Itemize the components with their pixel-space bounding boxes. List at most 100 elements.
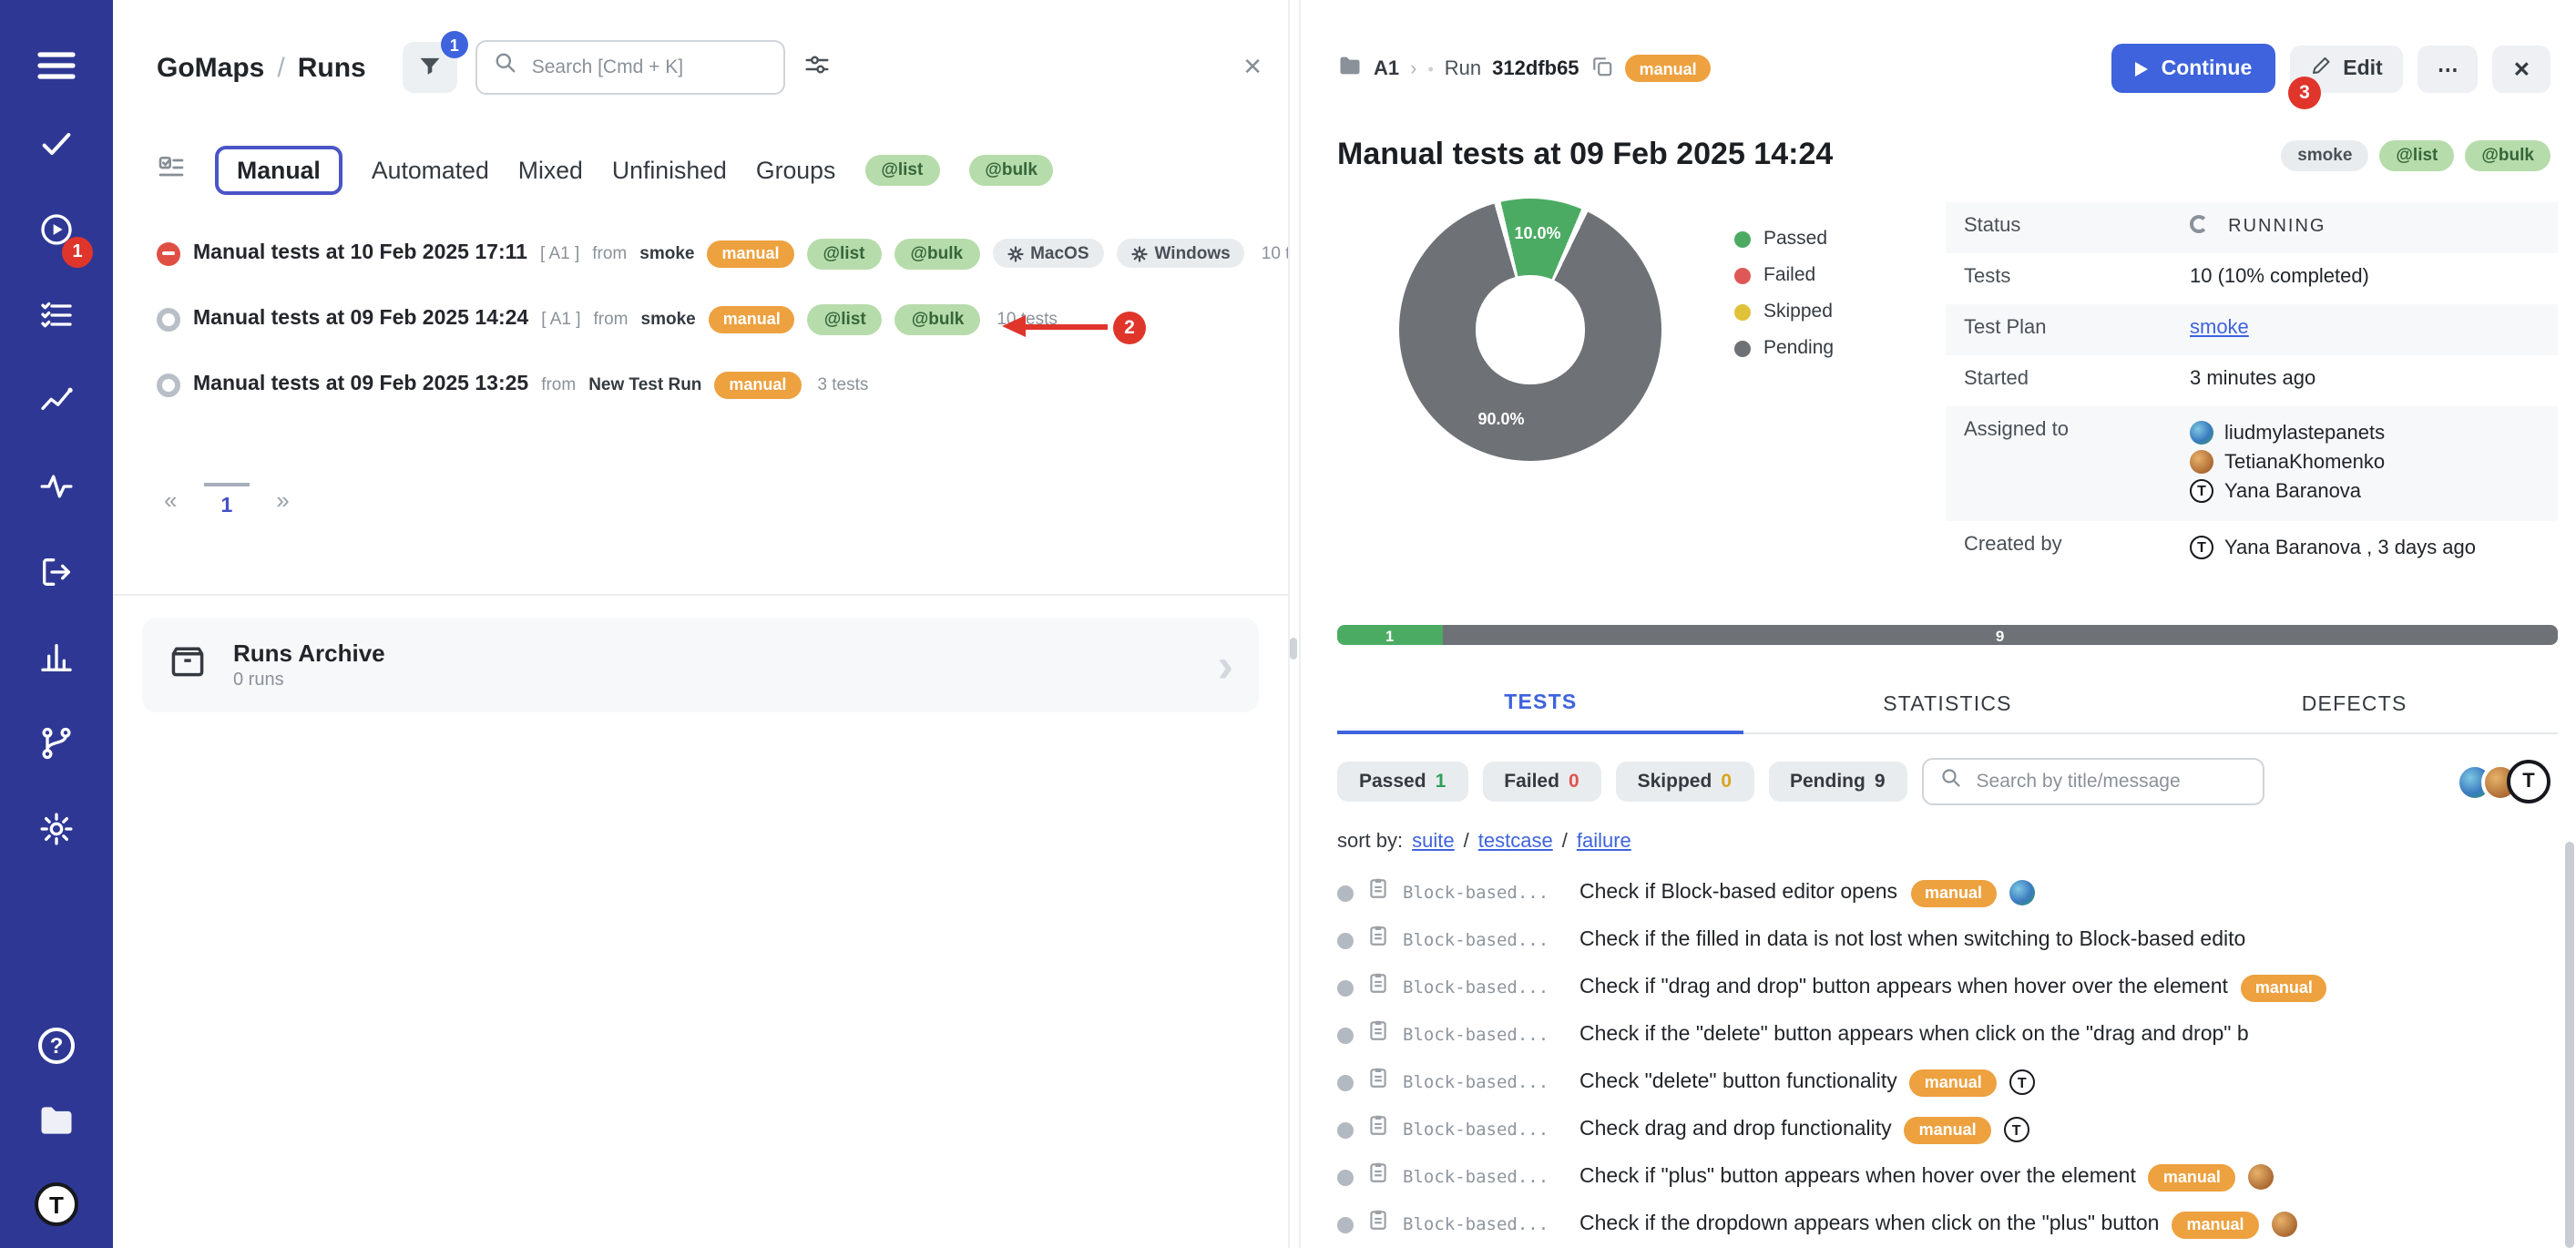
avatar [2271,1212,2296,1237]
tab-unfinished[interactable]: Unfinished [612,157,727,184]
test-row[interactable]: Block-based... Check drag and drop funct… [1301,1106,2576,1153]
sidebar-item-runs[interactable]: 1 [38,211,75,253]
sidebar-item-projects[interactable] [38,126,75,168]
test-title[interactable]: Check if "plus" button appears when hove… [1579,1166,2136,1188]
pagination-next[interactable]: » [276,486,289,514]
continue-button[interactable]: Continue [2112,44,2276,93]
manual-badge: manual [1905,1116,1991,1143]
run-row[interactable]: Manual tests at 10 Feb 2025 17:11 [ A1 ]… [113,220,1288,286]
assignee-avatars[interactable]: T [2456,760,2558,803]
info-row-started: Started 3 minutes ago [1946,355,2558,406]
tab-automated[interactable]: Automated [372,157,489,184]
help-button[interactable]: ? [38,1028,75,1064]
test-row[interactable]: Block-based... Check if "plus" button ap… [1301,1153,2576,1201]
test-title[interactable]: Check if "drag and drop" button appears … [1579,977,2228,998]
sidebar-item-test-cases[interactable] [38,297,75,339]
user-avatar[interactable]: T [35,1182,78,1226]
docs-button[interactable] [36,1100,77,1146]
status-value: RUNNING [2228,217,2326,237]
search-input[interactable] [528,55,767,80]
run-source[interactable]: smoke [639,243,694,263]
sidebar-item-test-runs[interactable] [38,554,75,596]
info-row-tests: Tests 10 (10% completed) [1946,253,2558,304]
pagination-prev[interactable]: « [164,486,177,514]
run-source[interactable]: New Test Run [588,374,701,394]
tab-defects[interactable]: DEFECTS [2151,678,2558,732]
run-info-table: Status RUNNING Tests 10 (10% completed) … [1946,202,2558,578]
run-title[interactable]: Manual tests at 09 Feb 2025 13:25 [193,373,528,395]
run-row[interactable]: Manual tests at 09 Feb 2025 14:24 [ A1 ]… [113,286,1288,352]
close-detail-button[interactable]: ✕ [2493,45,2550,92]
close-panel-button[interactable]: ✕ [1242,53,1262,82]
run-title[interactable]: Manual tests at 09 Feb 2025 14:24 [193,308,528,330]
filter-failed[interactable]: Failed 0 [1482,762,1600,802]
tag-filter-bulk[interactable]: @bulk [968,155,1054,186]
test-row[interactable]: Block-based... Check "delete" button fun… [1301,1059,2576,1106]
crumb-suite[interactable]: A1 [1374,57,1399,79]
test-title[interactable]: Check if Block-based editor opens [1579,882,1897,904]
breadcrumb-project[interactable]: GoMaps [157,52,264,83]
test-row[interactable]: Block-based... Check if the dropdown app… [1301,1201,2576,1248]
tab-manual[interactable]: Manual [215,146,342,195]
pagination-page-1[interactable]: 1 [220,483,232,517]
sidebar-item-integrations[interactable] [38,725,75,767]
tab-mixed[interactable]: Mixed [518,157,583,184]
branch-icon [38,740,75,767]
page-title: Manual tests at 09 Feb 2025 14:24 [1337,137,1833,173]
tag-list-badge: @list [2379,139,2454,170]
test-plan-link[interactable]: smoke [2190,317,2249,339]
select-list-icon [157,160,186,188]
filter-pending[interactable]: Pending 9 [1768,762,1907,802]
detail-scrollbar-thumb[interactable] [2565,842,2574,1248]
test-title[interactable]: Check drag and drop functionality [1579,1119,1892,1141]
test-title[interactable]: Check if the filled in data is not lost … [1579,929,2245,951]
annotation-circle-2: 2 [1113,312,1146,344]
play-icon [2136,61,2149,76]
clipboard-icon [1366,971,1390,1004]
test-row[interactable]: Block-based... Check if the filled in da… [1301,916,2576,964]
select-runs-button[interactable] [157,153,186,188]
hamburger-icon [35,66,78,93]
crumb-chevron: › [1410,57,1416,79]
test-title[interactable]: Check "delete" button functionality [1579,1071,1897,1093]
sort-by-suite[interactable]: suite [1412,831,1455,853]
sidebar-item-settings[interactable] [38,811,75,853]
test-title[interactable]: Check if the dropdown appears when click… [1579,1213,2159,1235]
tag-filter-list[interactable]: @list [864,155,939,186]
test-title[interactable]: Check if the "delete" button appears whe… [1579,1024,2249,1046]
copy-run-id-button[interactable] [1590,54,1614,83]
filter-button[interactable]: 1 [403,42,457,93]
clipboard-icon [1366,1066,1390,1099]
sidebar-item-reports[interactable] [38,639,75,681]
test-row[interactable]: Block-based... Check if Block-based edit… [1301,869,2576,916]
test-row[interactable]: Block-based... Check if "drag and drop" … [1301,964,2576,1011]
tab-tests[interactable]: TESTS [1337,678,1744,734]
app-root: 1 [0,0,2576,1248]
sliders-icon [803,56,831,84]
sort-by-testcase[interactable]: testcase [1478,831,1553,853]
menu-button[interactable] [35,44,78,93]
run-source[interactable]: smoke [641,309,696,329]
crumb-run-label: Run [1445,57,1481,79]
tab-statistics[interactable]: STATISTICS [1744,678,2152,732]
filter-skipped[interactable]: Skipped 0 [1616,762,1753,802]
run-title[interactable]: Manual tests at 10 Feb 2025 17:11 [193,242,527,264]
tests-search-input[interactable] [1973,769,2246,794]
archive-icon [168,640,208,690]
filter-passed[interactable]: Passed 1 [1337,762,1467,802]
sidebar-item-results[interactable] [38,383,75,425]
more-button[interactable]: ⋯ [2418,45,2479,92]
spinner-icon [2190,215,2208,233]
avatar: T [2004,1117,2029,1142]
search-settings-button[interactable] [803,51,831,84]
tab-groups[interactable]: Groups [756,157,835,184]
run-row[interactable]: Manual tests at 09 Feb 2025 13:25 from N… [113,352,1288,417]
sort-by-failure[interactable]: failure [1577,831,1631,853]
test-row[interactable]: Block-based... Check if the "delete" but… [1301,1011,2576,1059]
runs-archive-card[interactable]: Runs Archive 0 runs › [142,618,1259,712]
panel-scrollbar[interactable] [1290,0,1299,1248]
test-suite: Block-based... [1403,883,1567,903]
legend-skipped: Skipped [1734,301,1834,322]
scrollbar-thumb[interactable] [1290,638,1297,660]
sidebar-item-activity[interactable] [38,468,75,510]
